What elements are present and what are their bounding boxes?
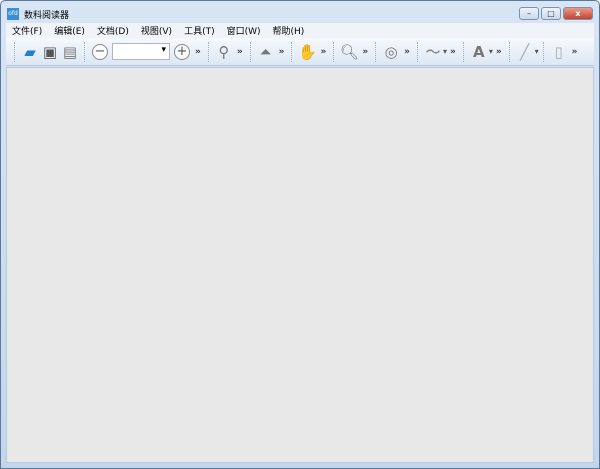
chevron-down-icon[interactable]: ▾ [489, 47, 493, 56]
menu-document[interactable]: 文档(D) [91, 24, 135, 37]
separator [508, 41, 511, 62]
document-area[interactable] [6, 67, 594, 463]
more-button[interactable]: » [320, 47, 326, 57]
more-button[interactable]: » [362, 47, 368, 57]
separator [291, 41, 293, 62]
line-icon[interactable]: ╱ [515, 42, 535, 62]
menu-bar: 文件(F) 编辑(E) 文档(D) 视图(V) 工具(T) 窗口(W) 帮助(H… [6, 23, 594, 38]
maximize-button[interactable]: □ [541, 7, 561, 20]
zoom-out-button[interactable]: − [92, 43, 108, 60]
separator [249, 41, 252, 62]
menu-file[interactable]: 文件(F) [6, 24, 48, 37]
more-button[interactable]: » [572, 47, 578, 57]
toolbar-grip[interactable] [14, 41, 16, 62]
magnifier-icon[interactable]: ⚲ [214, 42, 234, 62]
hand-tool-icon[interactable]: ✋ [297, 42, 317, 62]
print-icon[interactable]: ▤ [60, 42, 80, 62]
separator [542, 41, 545, 62]
minimize-button[interactable]: – [519, 7, 539, 20]
title-bar: ofd 数科阅读器 [7, 6, 69, 22]
document-icon[interactable]: ▯ [549, 42, 569, 62]
more-button[interactable]: » [195, 47, 201, 57]
chevron-down-icon[interactable]: ▾ [443, 47, 447, 56]
search-icon[interactable]: 🔍︎ [339, 42, 359, 62]
menu-tools[interactable]: 工具(T) [178, 24, 221, 37]
fit-page-icon[interactable]: ⏶ [256, 42, 276, 62]
save-icon[interactable]: ▣ [40, 42, 60, 62]
menu-view[interactable]: 视图(V) [135, 24, 178, 37]
separator [333, 41, 335, 62]
open-folder-icon[interactable]: ▰ [20, 42, 40, 62]
app-window: ofd 数科阅读器 – □ x 文件(F) 编辑(E) 文档(D) 视图(V) … [0, 0, 600, 469]
toolbar: ▰ ▣ ▤ − + » ⚲ » ⏶ » ✋ » 🔍︎ » ◎ » 〜▾ » A▾… [6, 38, 594, 66]
more-button[interactable]: » [279, 47, 285, 57]
more-button[interactable]: » [237, 47, 243, 57]
menu-window[interactable]: 窗口(W) [221, 24, 267, 37]
separator [375, 41, 377, 62]
window-title: 数科阅读器 [24, 10, 70, 21]
close-button[interactable]: x [563, 7, 593, 20]
zoom-combo[interactable] [112, 43, 170, 60]
separator [84, 41, 86, 62]
zoom-in-button[interactable]: + [174, 43, 190, 60]
separator [462, 41, 465, 62]
separator [207, 41, 210, 62]
text-icon[interactable]: A [469, 42, 489, 62]
seal-icon[interactable]: ◎ [381, 42, 401, 62]
more-button[interactable]: » [496, 47, 502, 57]
separator [416, 41, 419, 62]
more-button[interactable]: » [450, 47, 456, 57]
menu-help[interactable]: 帮助(H) [267, 24, 311, 37]
more-button[interactable]: » [404, 47, 410, 57]
menu-edit[interactable]: 编辑(E) [48, 24, 91, 37]
chevron-down-icon[interactable]: ▾ [535, 47, 539, 56]
pen-icon[interactable]: 〜 [423, 42, 443, 62]
app-icon: ofd [7, 8, 19, 20]
